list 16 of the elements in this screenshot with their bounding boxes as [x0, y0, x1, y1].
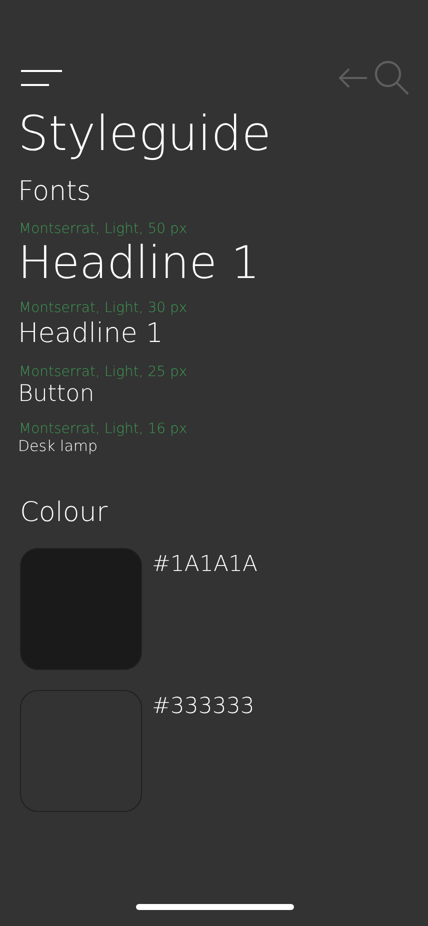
colour-code: #333333 [152, 694, 254, 720]
font-spec-caption: Montserrat, Light, 25 px [19, 364, 188, 380]
font-spec-caption: Montserrat, Light, 50 px [19, 220, 188, 237]
menu-icon[interactable] [20, 69, 64, 87]
font-spec-caption: Montserrat, Light, 16 px [19, 421, 188, 438]
search-icon[interactable] [374, 60, 410, 96]
font-sample: Headline 1 [18, 317, 164, 352]
section-heading: Colour [20, 496, 109, 530]
font-spec-caption: Montserrat, Light, 30 px [19, 300, 188, 316]
font-sample: Headline 1 [18, 236, 260, 288]
back-arrow-icon[interactable] [338, 68, 368, 88]
section-heading: Fonts [18, 174, 92, 209]
page-title: Styleguide [18, 106, 272, 164]
font-sample: Button [18, 380, 94, 409]
font-sample: Desk lamp [18, 437, 98, 457]
colour-code: #1A1A1A [152, 552, 258, 578]
